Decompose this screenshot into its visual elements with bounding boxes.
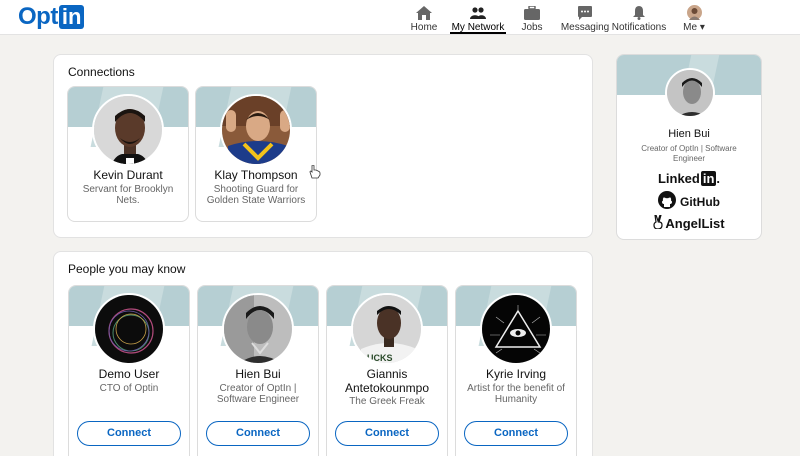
connection-description: Shooting Guard for Golden State Warriors	[206, 184, 306, 206]
avatar	[220, 94, 292, 166]
angellist-text: AngelList	[665, 216, 725, 231]
avatar	[93, 293, 165, 365]
briefcase-icon	[524, 4, 540, 21]
top-navigation-bar: Opt in Home My Network Jobs Messaging No…	[0, 0, 800, 35]
github-icon	[658, 191, 676, 212]
profile-description: Creator of OptIn | Software Engineer	[641, 144, 737, 163]
suggestion-description: Artist for the benefit of Humanity	[467, 383, 565, 405]
connection-card-klay-thompson[interactable]: Klay Thompson Shooting Guard for Golden …	[195, 86, 317, 222]
suggestion-card-kyrie-irving[interactable]: Kyrie Irving Artist for the benefit of H…	[455, 285, 577, 456]
suggestion-name: Kyrie Irving	[485, 367, 547, 381]
avatar	[92, 94, 164, 166]
profile-card: Hien Bui Creator of OptIn | Software Eng…	[616, 54, 762, 240]
github-link[interactable]: GitHub	[617, 191, 761, 212]
connection-description: Servant for Brooklyn Nets.	[82, 184, 174, 206]
nav-jobs[interactable]: Jobs	[518, 0, 546, 35]
nav-notifications[interactable]: Notifications	[611, 0, 667, 35]
github-text: GitHub	[680, 194, 720, 209]
chevron-down-icon: ▾	[699, 22, 705, 33]
linkedin-link[interactable]: Linked in.	[617, 171, 761, 186]
connect-button[interactable]: Connect	[464, 421, 568, 446]
avatar	[665, 68, 715, 118]
people-you-may-know-card: People you may know Demo User CTO of Opt…	[53, 251, 593, 456]
suggestion-card-giannis-antetokounmpo[interactable]: UCKS Giannis Antetokounmpo The Greek Fre…	[326, 285, 448, 456]
connection-name: Klay Thompson	[214, 168, 298, 182]
connect-button[interactable]: Connect	[335, 421, 439, 446]
nav-home-label: Home	[410, 22, 438, 33]
linkedin-box: in	[700, 171, 717, 186]
connections-card: Connections Kevin Durant Servant for Bro…	[53, 54, 593, 238]
linkedin-suffix: .	[716, 171, 721, 186]
nav-messaging-label: Messaging	[560, 22, 610, 33]
suggestion-name: Giannis Antetokounmpo	[344, 367, 430, 395]
suggestion-card-hien-bui[interactable]: Hien Bui Creator of OptIn | Software Eng…	[197, 285, 319, 456]
profile-name: Hien Bui	[668, 128, 710, 140]
network-icon	[470, 4, 486, 21]
nav-jobs-label: Jobs	[521, 22, 543, 33]
home-icon	[416, 4, 432, 21]
suggestion-description: The Greek Freak	[349, 396, 425, 407]
nav-notifications-label: Notifications	[611, 22, 667, 33]
connect-button[interactable]: Connect	[77, 421, 181, 446]
avatar	[686, 4, 702, 21]
angellist-link[interactable]: AngelList	[617, 214, 761, 232]
pointer-cursor-icon	[309, 164, 321, 184]
suggestion-name: Demo User	[98, 367, 160, 381]
connections-title: Connections	[68, 65, 135, 79]
suggestions-title: People you may know	[68, 262, 186, 276]
bell-icon	[633, 4, 645, 21]
suggestion-description: Creator of OptIn | Software Engineer	[216, 383, 300, 405]
avatar	[222, 293, 294, 365]
nav-me[interactable]: Me ▾	[680, 0, 708, 35]
suggestion-name: Hien Bui	[235, 367, 281, 381]
nav-me-label: Me	[683, 22, 698, 33]
nav-home[interactable]: Home	[410, 0, 438, 35]
logo-box: in	[58, 5, 85, 29]
suggestion-description: CTO of Optin	[99, 383, 159, 394]
messaging-icon	[578, 4, 592, 21]
avatar: UCKS	[351, 293, 423, 365]
nav-messaging[interactable]: Messaging	[560, 0, 610, 35]
nav-me-label-wrap: Me ▾	[683, 22, 705, 33]
connection-card-kevin-durant[interactable]: Kevin Durant Servant for Brooklyn Nets.	[67, 86, 189, 222]
connect-button[interactable]: Connect	[206, 421, 310, 446]
optin-logo[interactable]: Opt in	[18, 3, 85, 30]
avatar	[480, 293, 552, 365]
nav-my-network-label: My Network	[451, 22, 505, 33]
nav-my-network[interactable]: My Network	[450, 0, 506, 35]
svg-text:UCKS: UCKS	[367, 353, 393, 363]
linkedin-text: Linked	[657, 171, 700, 186]
suggestion-card-demo-user[interactable]: Demo User CTO of Optin Connect	[68, 285, 190, 456]
logo-text: Opt	[18, 3, 58, 30]
connection-name: Kevin Durant	[93, 168, 163, 182]
angellist-icon	[653, 214, 663, 232]
